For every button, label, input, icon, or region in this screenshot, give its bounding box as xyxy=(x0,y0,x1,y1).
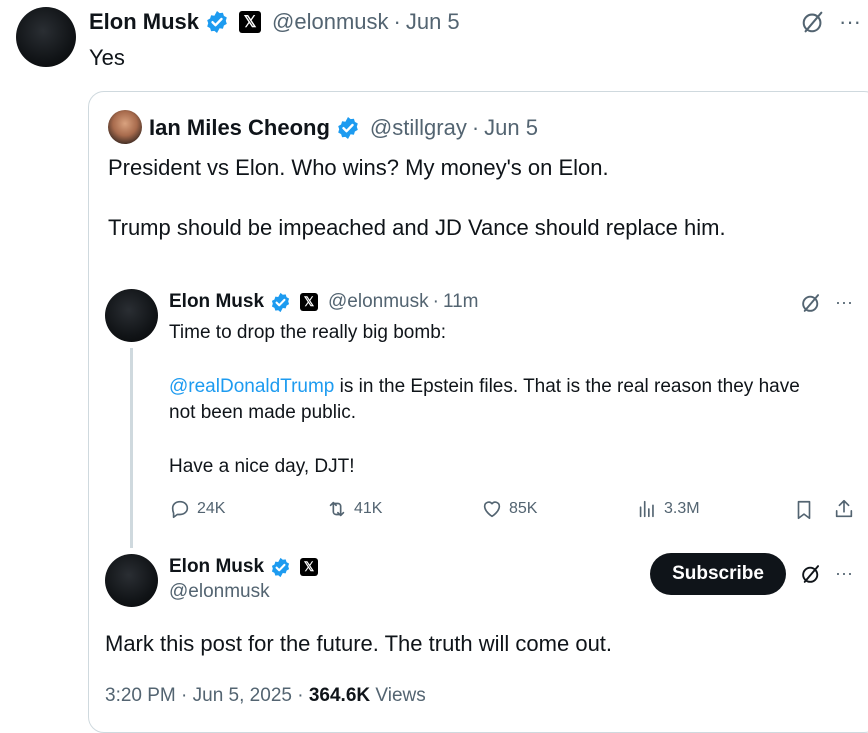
like-stat: 85K xyxy=(481,498,537,520)
mention-link: @realDonaldTrump xyxy=(169,376,335,397)
quoted-avatar[interactable] xyxy=(108,110,142,144)
embedded-avatar xyxy=(105,289,158,342)
quoted-text-line2: Trump should be impeached and JD Vance s… xyxy=(108,215,726,240)
grok-icon xyxy=(799,291,823,315)
thread-line xyxy=(130,348,133,548)
separator: · xyxy=(471,115,480,140)
more-options-icon: ··· xyxy=(835,291,853,312)
verified-badge-icon xyxy=(270,292,291,313)
views-stat: 3.3M xyxy=(636,498,700,520)
views-label: Views xyxy=(370,685,426,706)
avatar[interactable] xyxy=(16,7,76,67)
more-options-icon[interactable]: ··· xyxy=(836,9,864,34)
post-metadata: 3:20 PM · Jun 5, 2025 · 364.6K Views xyxy=(105,685,426,707)
thread-text: Mark this post for the future. The truth… xyxy=(105,631,613,656)
repost-count: 41K xyxy=(354,500,383,517)
reply-stat: 24K xyxy=(169,498,225,520)
embedded-text-line3: not been made public. xyxy=(169,402,356,423)
quoted-header: Ian Miles Cheong @stillgray · Jun 5 xyxy=(149,114,538,142)
embedded-author-name: Elon Musk xyxy=(169,291,265,312)
share-icon xyxy=(832,497,856,521)
author-handle[interactable]: @elonmusk xyxy=(272,9,389,35)
more-options-icon: ··· xyxy=(835,562,853,583)
like-count: 85K xyxy=(509,500,538,517)
x-affiliate-icon: 𝕏 xyxy=(239,11,262,33)
embedded-header: Elon Musk 𝕏 @elonmusk · 11m xyxy=(169,290,479,314)
post-header: Elon Musk 𝕏 @elonmusk · Jun 5 xyxy=(89,8,460,36)
embedded-handle: @elonmusk xyxy=(328,291,429,312)
repost-stat: 41K xyxy=(326,498,382,520)
embedded-text-line2-rest: is in the Epstein files. That is the rea… xyxy=(334,376,800,397)
separator: · xyxy=(393,9,401,34)
thread-avatar xyxy=(105,554,158,607)
thread-author-name: Elon Musk xyxy=(169,556,265,577)
verified-badge-icon xyxy=(336,116,360,140)
x-affiliate-icon: 𝕏 xyxy=(300,293,319,311)
quoted-text-line1: President vs Elon. Who wins? My money's … xyxy=(108,155,609,180)
embedded-time: 11m xyxy=(442,291,479,312)
grok-icon xyxy=(799,562,823,586)
repost-icon xyxy=(329,501,345,517)
views-count: 3.3M xyxy=(664,500,700,517)
views-icon xyxy=(639,500,654,518)
bookmark-icon xyxy=(792,498,816,522)
reply-icon xyxy=(171,500,189,519)
quoted-handle[interactable]: @stillgray xyxy=(370,115,467,141)
view-count: 364.6K xyxy=(308,685,371,706)
quoted-date[interactable]: Jun 5 xyxy=(484,115,538,141)
thread-header: Elon Musk 𝕏 xyxy=(169,555,319,579)
heart-icon xyxy=(483,501,501,518)
reply-count: 24K xyxy=(197,500,226,517)
author-name[interactable]: Elon Musk xyxy=(89,9,199,35)
thread-handle: @elonmusk xyxy=(169,581,270,602)
verified-badge-icon xyxy=(270,557,291,578)
embedded-text-line2: @realDonaldTrump is in the Epstein files… xyxy=(169,376,800,398)
subscribe-button: Subscribe xyxy=(650,553,786,595)
x-affiliate-icon: 𝕏 xyxy=(300,558,319,576)
post-timestamp: 3:20 PM · Jun 5, 2025 · xyxy=(105,685,309,706)
post-text: Yes xyxy=(89,45,125,70)
post-date[interactable]: Jun 5 xyxy=(406,9,460,35)
quoted-author-name[interactable]: Ian Miles Cheong xyxy=(149,115,330,141)
verified-badge-icon xyxy=(205,10,229,34)
embedded-text-line1: Time to drop the really big bomb: xyxy=(169,322,447,343)
separator: · xyxy=(432,291,439,312)
embedded-text-line4: Have a nice day, DJT! xyxy=(169,456,355,477)
grok-icon[interactable] xyxy=(799,8,827,36)
